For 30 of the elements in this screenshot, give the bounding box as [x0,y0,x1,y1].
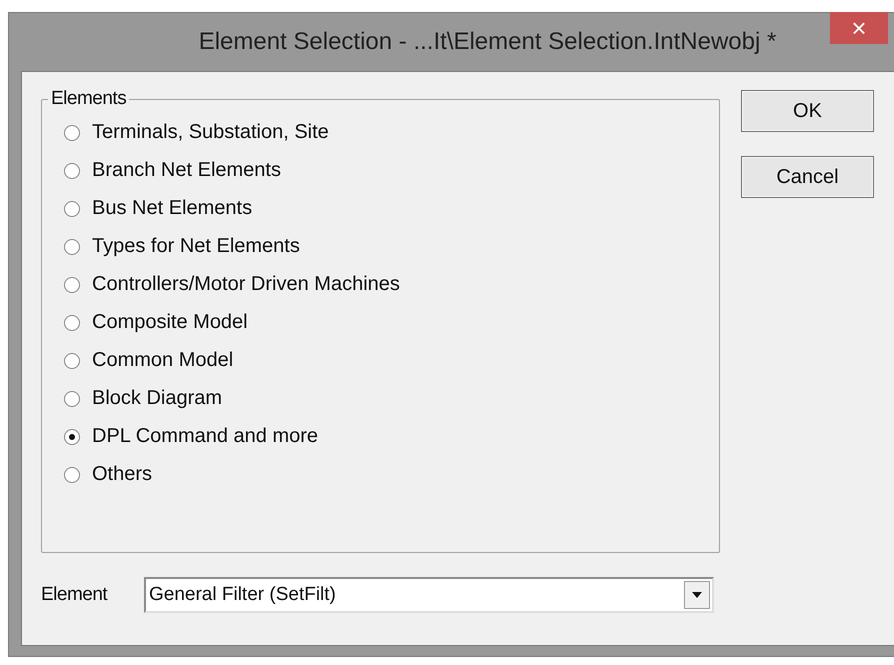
radio-option[interactable]: Common Model [64,346,719,375]
radio-button[interactable] [64,314,80,330]
radio-button[interactable] [64,390,80,406]
caret-icon [692,592,702,598]
radio-option[interactable]: Bus Net Elements [64,194,719,223]
radio-option[interactable]: Block Diagram [64,384,719,413]
radio-button[interactable] [64,238,80,254]
ok-button[interactable]: OK [741,90,874,132]
radio-button[interactable] [64,352,80,368]
radio-button[interactable] [64,124,80,140]
radio-option[interactable]: Types for Net Elements [64,232,719,261]
radio-option[interactable]: Composite Model [64,308,719,337]
radio-button[interactable] [64,428,80,444]
dropdown-button[interactable] [684,581,710,609]
radio-button[interactable] [64,276,80,292]
window-title: Element Selection - ...It\Element Selection.IntNewobj * [198,28,776,56]
radio-button[interactable] [64,162,80,178]
group-title: Elements [50,88,128,110]
radio-button[interactable] [64,200,80,216]
close-button[interactable]: × [830,12,888,44]
radio-option[interactable]: Terminals, Substation, Site [64,118,719,147]
element-label: Element [41,584,108,606]
radio-button[interactable] [64,466,80,482]
radio-option[interactable]: Controllers/Motor Driven Machines [64,270,719,299]
radio-option[interactable]: DPL Command and more [64,422,719,451]
element-combo-box[interactable]: General Filter (SetFilt) [144,577,714,613]
element-input[interactable]: General Filter (SetFilt) [146,584,684,606]
cancel-button[interactable]: Cancel [741,156,874,198]
radio-option[interactable]: Branch Net Elements [64,156,719,185]
radio-option[interactable]: Others [64,460,719,489]
